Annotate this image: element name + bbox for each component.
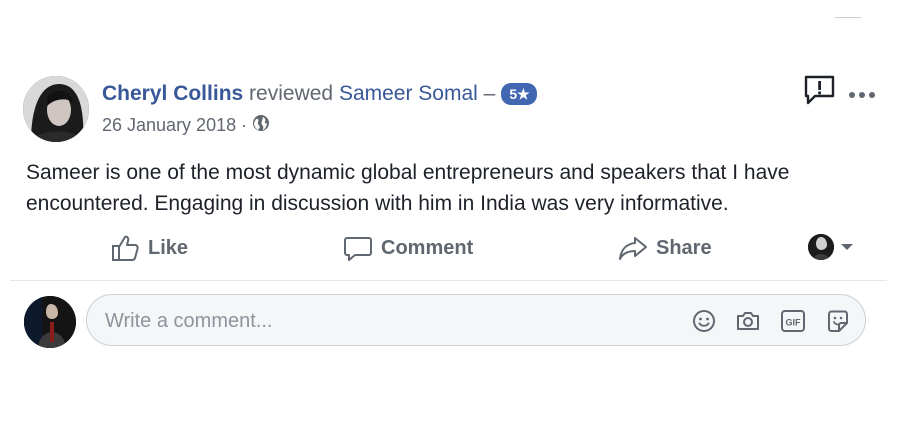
user-mini-avatar [808, 234, 834, 260]
like-label: Like [148, 236, 189, 259]
actions-divider [10, 280, 887, 281]
post-meta: 26 January 2018 · [102, 114, 270, 137]
share-button[interactable]: Share [618, 231, 712, 265]
more-options-icon[interactable] [848, 86, 876, 98]
review-text: Sameer is one of the most dynamic global… [26, 161, 790, 215]
comment-input[interactable] [103, 307, 667, 335]
comment-label: Comment [381, 236, 474, 259]
comment-icon [344, 237, 372, 261]
emoji-icon[interactable] [691, 308, 717, 334]
author-name[interactable]: Cheryl Collins [102, 82, 243, 106]
svg-text:GIF: GIF [786, 318, 802, 328]
share-label: Share [656, 236, 712, 259]
camera-icon[interactable] [735, 308, 761, 334]
author-avatar[interactable] [23, 76, 89, 142]
post-header: Cheryl Collins reviewed Sameer Somal – 5… [102, 82, 537, 106]
gif-icon[interactable]: GIF [780, 308, 806, 334]
meta-separator: · [241, 115, 248, 135]
comment-box[interactable]: GIF [86, 294, 866, 346]
report-icon[interactable] [803, 74, 836, 106]
sticker-icon[interactable] [825, 308, 851, 334]
commenter-avatar[interactable] [24, 296, 76, 348]
action-text: reviewed [249, 82, 334, 105]
separator: – [483, 82, 496, 105]
rating-badge: 5★ [501, 83, 537, 105]
post-date[interactable]: 26 January 2018 [102, 115, 236, 136]
thumbs-up-icon [112, 235, 139, 261]
post-as-selector[interactable] [808, 234, 854, 260]
comment-button[interactable]: Comment [343, 231, 473, 265]
subject-name[interactable]: Sameer Somal [339, 82, 478, 106]
globe-icon[interactable] [252, 114, 270, 137]
top-divider [835, 17, 861, 18]
like-button[interactable]: Like [110, 231, 188, 265]
share-icon [619, 237, 647, 260]
chevron-down-icon [841, 244, 853, 250]
